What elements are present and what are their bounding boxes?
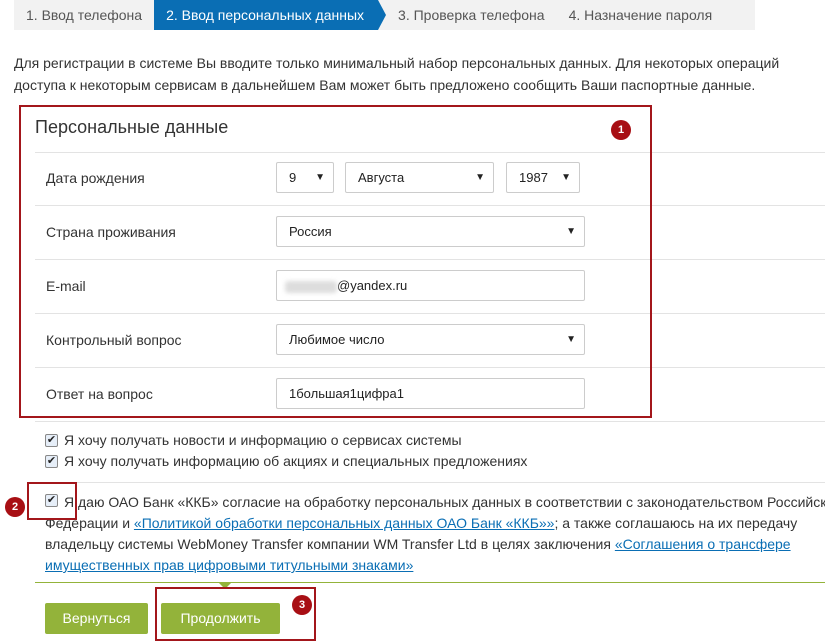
- step-phone-check: 3. Проверка телефона: [398, 7, 545, 23]
- step-phone: 1. Ввод телефона: [26, 7, 143, 23]
- consent-text: Я даю ОАО Банк «ККБ» согласие на обработ…: [64, 492, 825, 513]
- agreement-link-cont[interactable]: имущественных прав цифровыми титульными …: [45, 557, 413, 573]
- consent-line: имущественных прав цифровыми титульными …: [45, 555, 797, 576]
- news-checkbox-label: Я хочу получать новости и информацию о с…: [64, 432, 462, 448]
- green-divider: [35, 582, 825, 583]
- consent-text-cont: Федерации и «Политикой обработки персона…: [45, 513, 797, 576]
- annotation-badge-3: 3: [292, 595, 312, 615]
- step-bar: 1. Ввод телефона 2. Ввод персональных да…: [14, 0, 755, 30]
- step-personal-data: 2. Ввод персональных данных: [154, 0, 387, 30]
- step-password: 4. Назначение пароля: [568, 7, 713, 23]
- promo-checkbox-label: Я хочу получать информацию об акциях и с…: [64, 453, 528, 469]
- intro-line: Для регистрации в системе Вы вводите тол…: [14, 55, 780, 71]
- consent-line: владельцу системы WebMoney Transfer комп…: [45, 534, 797, 555]
- consent-line: Я даю ОАО Банк «ККБ» согласие на обработ…: [64, 494, 825, 510]
- annotation-badge-2: 2: [5, 497, 25, 517]
- intro-text: Для регистрации в системе Вы вводите тол…: [14, 52, 825, 96]
- news-checkbox[interactable]: ✔: [45, 434, 58, 447]
- agreement-link[interactable]: «Соглашения о трансфере: [615, 536, 791, 552]
- divider: [35, 421, 825, 422]
- intro-line: доступа к некоторым сервисам в дальнейше…: [14, 77, 756, 93]
- consent-text-part: владельцу системы WebMoney Transfer комп…: [45, 536, 615, 552]
- annotation-frame-3: [155, 587, 316, 641]
- annotation-frame-2: [27, 482, 77, 520]
- divider: [35, 482, 825, 483]
- promo-checkbox[interactable]: ✔: [45, 455, 58, 468]
- annotation-frame-1: [19, 105, 652, 418]
- back-button[interactable]: Вернуться: [45, 603, 148, 634]
- annotation-badge-1: 1: [611, 120, 631, 140]
- privacy-policy-link[interactable]: «Политикой обработки персональных данных…: [134, 515, 555, 531]
- consent-text-part: ; а также соглашаюсь на их передачу: [554, 515, 798, 531]
- consent-line: Федерации и «Политикой обработки персона…: [45, 513, 797, 534]
